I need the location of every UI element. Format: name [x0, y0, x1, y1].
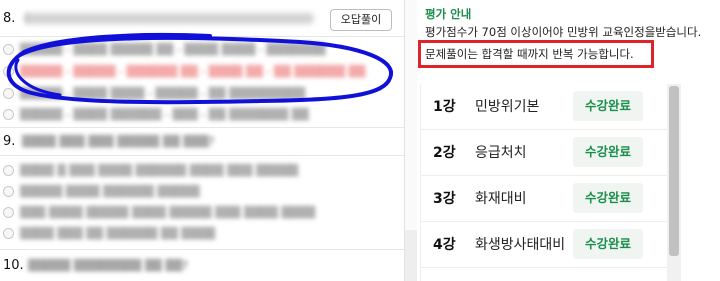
q9-option-2[interactable]: ▒▒▒▒▒ ▒▒▒▒ ▒▒▒▒▒▒ ▒▒▒▒▒	[20, 185, 200, 198]
q9-option-4[interactable]: ▒▒▒▒ ▒▒▒ ▒▒ ▒▒▒▒▒▒ ▒▒ ▒▒▒▒	[20, 227, 215, 240]
question-10-text: ▒▒▒▒▒ ▒▒▒▒▒▒▒▒ ▒▒ ▒▒?	[28, 259, 189, 272]
course-title: 화생방사태대비	[475, 237, 566, 253]
course-row: 1강 민방위기본 수강완료	[421, 84, 668, 130]
right-margin	[681, 84, 720, 281]
notice-retry-text: 문제풀이는 합격할 때까지 반복 가능합니다.	[425, 47, 634, 61]
option-radio[interactable]	[3, 66, 14, 77]
divider	[0, 127, 404, 128]
question-8-number: 8.	[3, 11, 16, 26]
panel-gutter-bottom	[405, 230, 417, 281]
course-title: 화재대비	[475, 191, 527, 207]
question-8-text-blurred-bar	[24, 13, 314, 24]
q9-option-3[interactable]: ▒▒▒ ▒▒▒▒ ▒▒▒▒▒ ▒▒▒▒ ▒▒▒▒▒ ▒▒▒ ▒▒▒▒ ▒▒▒▒	[20, 206, 315, 219]
question-9-text: ▒▒▒▒ ▒▒▒ ▒▒▒ ▒▒▒▒▒ ▒▒ ▒▒▒?	[22, 135, 215, 148]
course-list-scroll-thumb[interactable]	[669, 86, 679, 256]
quiz-panel: 8. ▒▒▒▒▒▒ ▒▒▒▒ ▒▒▒▒▒▒▒▒ 오답풀이 ▒▒▒▒▒ - ▒▒▒…	[0, 0, 404, 281]
course-completed-button[interactable]: 수강완료	[573, 183, 643, 213]
q8-option-2-correct[interactable]: ▒▒▒▒▒ - ▒▒▒▒▒ - ▒▒▒▒▒▒ ▒▒ - ▒▒▒▒ ▒▒ - ▒▒…	[20, 65, 365, 78]
option-radio[interactable]	[3, 44, 14, 55]
course-row: 2강 응급처치 수강완료	[421, 130, 668, 176]
notice-title: 평가 안내	[425, 7, 472, 21]
option-radio[interactable]	[3, 165, 14, 176]
notice-pass-score-text: 평가점수가 70점 이상이어야 민방위 교육인정을받습니다.	[425, 25, 702, 39]
divider	[0, 249, 404, 250]
course-title: 민방위기본	[475, 99, 540, 115]
divider	[0, 36, 404, 37]
course-row: 3강 화재대비 수강완료	[421, 176, 668, 222]
q8-option-3[interactable]: ▒▒▒▒▒ - ▒▒▒▒ ▒▒▒▒ - ▒▒▒▒▒ - ▒▒ ▒▒▒▒▒▒▒▒▒	[20, 87, 305, 100]
course-list: 1강 민방위기본 수강완료 2강 응급처치 수강완료 3강 화재대비 수강완료 …	[420, 84, 668, 281]
question-10-number: 10.	[3, 258, 24, 273]
course-number: 2강	[433, 145, 456, 161]
q8-option-4[interactable]: ▒▒▒▒▒ - ▒▒▒▒ ▒▒▒▒▒▒ - ▒▒▒ - ▒▒ ▒▒▒▒▒▒▒ ▒…	[20, 108, 309, 121]
option-radio[interactable]	[3, 88, 14, 99]
option-radio[interactable]	[3, 186, 14, 197]
answer-review-button[interactable]: 오답풀이	[330, 9, 392, 31]
course-completed-button[interactable]: 수강완료	[573, 229, 643, 259]
option-radio[interactable]	[3, 109, 14, 120]
course-number: 4강	[433, 237, 456, 253]
q9-option-1[interactable]: ▒▒▒▒ ▒ ▒▒▒ ▒▒▒▒ ▒▒▒▒▒▒ ▒▒▒▒ ▒▒▒ ▒▒▒▒▒	[20, 164, 298, 177]
course-number: 3강	[433, 191, 456, 207]
course-title: 응급처치	[475, 145, 527, 161]
q8-option-1[interactable]: ▒▒▒▒▒ - ▒▒▒▒ ▒▒▒▒▒ ▒▒ - ▒▒▒▒ ▒▒▒▒ - ▒▒▒▒…	[20, 43, 326, 56]
option-radio[interactable]	[3, 207, 14, 218]
question-8-text: ▒▒▒▒▒▒ ▒▒▒▒ ▒▒▒▒▒▒▒▒	[26, 12, 27, 25]
course-completed-button[interactable]: 수강완료	[573, 137, 643, 167]
course-completed-button[interactable]: 수강완료	[573, 91, 643, 121]
option-radio[interactable]	[3, 228, 14, 239]
course-number: 1강	[433, 99, 456, 115]
divider	[0, 155, 404, 156]
course-row: 4강 화생방사태대비 수강완료	[421, 222, 668, 268]
question-9-number: 9.	[3, 134, 16, 149]
